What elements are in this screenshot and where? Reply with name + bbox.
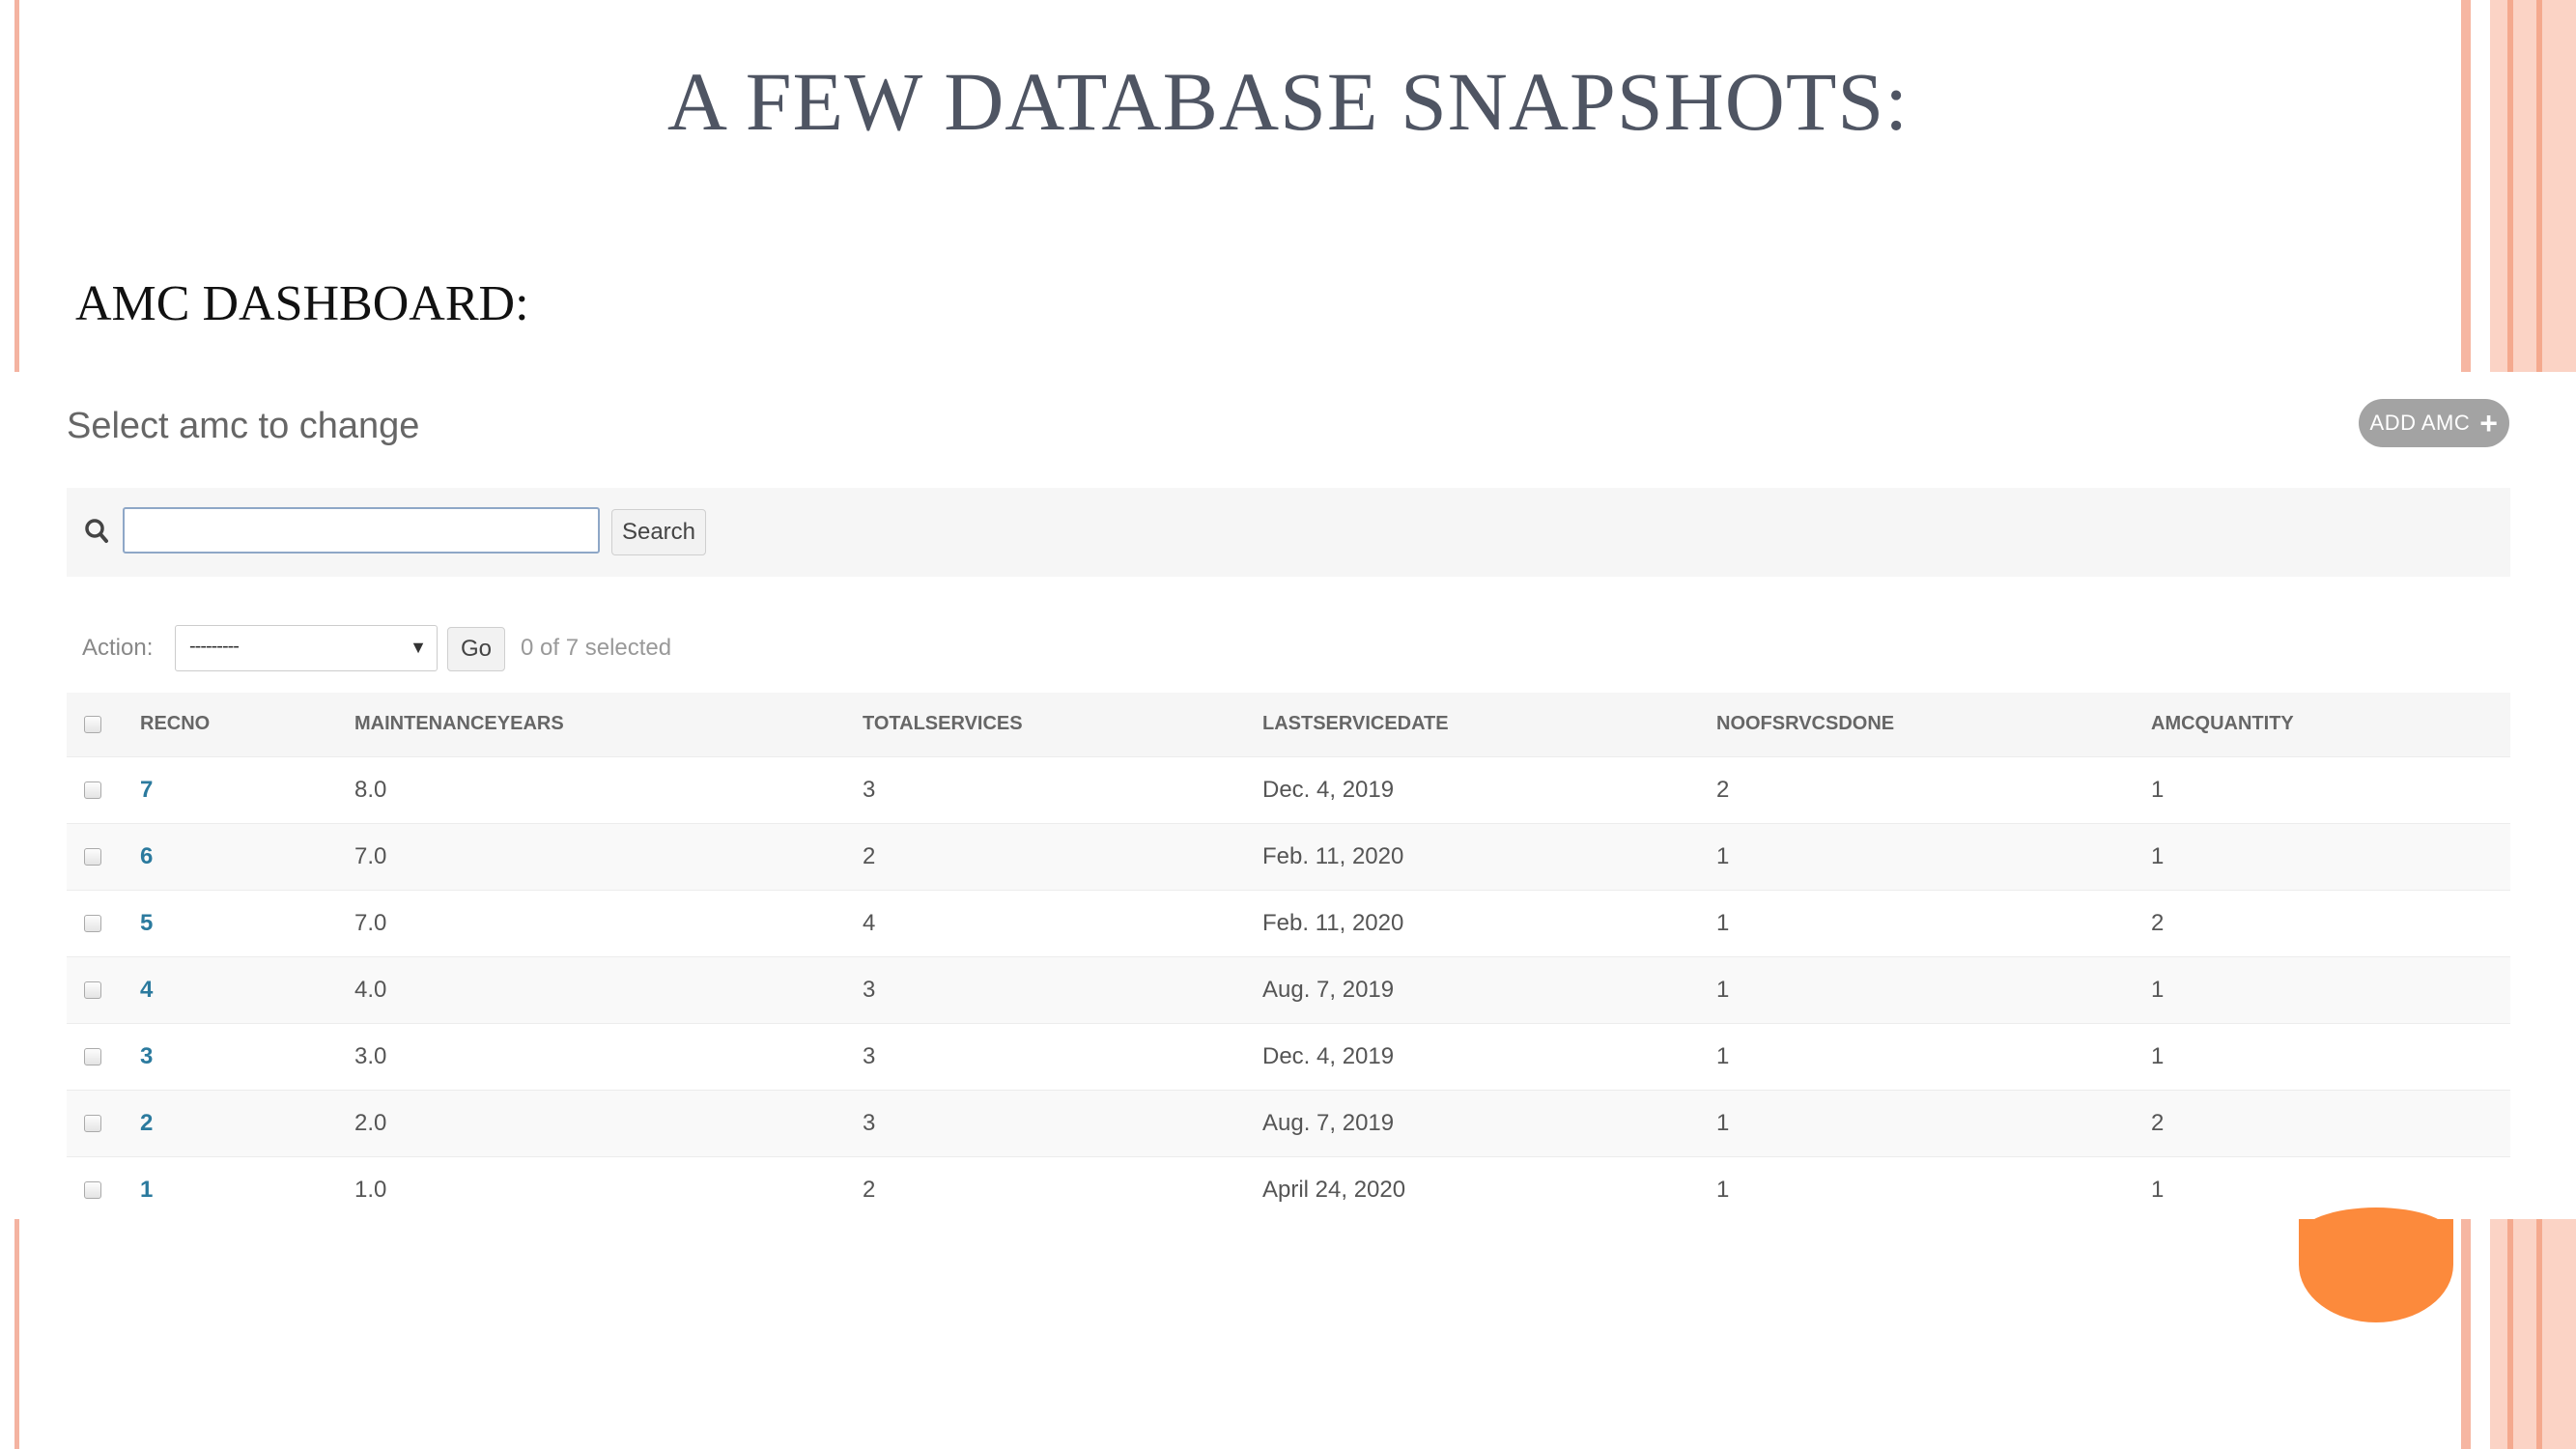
row-checkbox[interactable] [84,1048,101,1066]
cell-noofsrvcsdone: 1 [1716,1155,2151,1223]
cell-maintenanceyears: 3.0 [354,1022,863,1090]
cell-amcquantity: 1 [2151,822,2510,890]
row-checkbox[interactable] [84,981,101,1000]
row-checkbox[interactable] [84,915,101,933]
column-header-recno[interactable]: RECNO [140,693,354,756]
left-border-stripe-lower [14,1219,19,1449]
slide-title: A FEW DATABASE SNAPSHOTS: [666,55,1910,148]
cell-lastservicedate: Feb. 11, 2020 [1262,822,1716,890]
cell-maintenanceyears: 8.0 [354,755,863,823]
go-button[interactable]: Go [447,627,505,671]
action-select-value: --------- [189,636,240,657]
cell-totalservices: 4 [863,889,1262,956]
recno-link[interactable]: 6 [140,843,153,869]
recno-link[interactable]: 1 [140,1177,153,1203]
search-bar: Search [67,488,2510,577]
cell-amcquantity: 2 [2151,1089,2510,1156]
cell-totalservices: 3 [863,955,1262,1023]
plus-icon: + [2479,406,2499,440]
add-amc-button[interactable]: ADD AMC + [2359,399,2509,447]
cell-lastservicedate: Aug. 7, 2019 [1262,955,1716,1023]
cell-totalservices: 3 [863,1022,1262,1090]
table-row: 3 3.0 3 Dec. 4, 2019 1 1 [67,1022,2510,1090]
action-select[interactable]: --------- ▼ [175,625,438,671]
cell-totalservices: 3 [863,1089,1262,1156]
selected-count: 0 of 7 selected [521,635,672,661]
column-header-lastservicedate[interactable]: LASTSERVICEDATE [1262,693,1716,756]
table-row: 4 4.0 3 Aug. 7, 2019 1 1 [67,955,2510,1023]
cell-noofsrvcsdone: 1 [1716,889,2151,956]
recno-link[interactable]: 2 [140,1110,153,1136]
row-checkbox[interactable] [84,848,101,867]
cell-maintenanceyears: 1.0 [354,1155,863,1223]
cell-lastservicedate: Aug. 7, 2019 [1262,1089,1716,1156]
table-row: 2 2.0 3 Aug. 7, 2019 1 2 [67,1089,2510,1156]
table-header-row: RECNO MAINTENANCEYEARS TOTALSERVICES LAS… [67,693,2510,756]
admin-screenshot: Select amc to change ADD AMC + Search Ac… [23,372,2576,1223]
recno-link[interactable]: 5 [140,910,153,936]
select-all-checkbox[interactable] [84,715,101,733]
cell-maintenanceyears: 7.0 [354,822,863,890]
cell-lastservicedate: April 24, 2020 [1262,1155,1716,1223]
search-input[interactable] [123,507,600,554]
table-row: 1 1.0 2 April 24, 2020 1 1 [67,1155,2510,1223]
recno-link[interactable]: 7 [140,777,153,803]
row-checkbox[interactable] [84,1181,101,1200]
cell-lastservicedate: Feb. 11, 2020 [1262,889,1716,956]
search-icon [85,519,108,543]
right-border-band-lower [2490,1219,2576,1449]
page-heading: Select amc to change [67,406,420,446]
action-label: Action: [82,635,154,661]
cell-noofsrvcsdone: 1 [1716,1022,2151,1090]
cell-amcquantity: 1 [2151,755,2510,823]
cell-amcquantity: 1 [2151,1022,2510,1090]
section-label: AMC DASHBOARD: [75,276,529,331]
actions-bar: Action: --------- ▼ Go 0 of 7 selected [67,625,839,673]
column-header-totalservices[interactable]: TOTALSERVICES [863,693,1262,756]
table-row: 5 7.0 4 Feb. 11, 2020 1 2 [67,889,2510,956]
cell-noofsrvcsdone: 2 [1716,755,2151,823]
caret-down-icon: ▼ [410,638,427,657]
orange-decorative-shape [2299,1208,2453,1322]
cell-maintenanceyears: 2.0 [354,1089,863,1156]
recno-link[interactable]: 3 [140,1043,153,1069]
cell-maintenanceyears: 4.0 [354,955,863,1023]
cell-totalservices: 2 [863,1155,1262,1223]
cell-noofsrvcsdone: 1 [1716,955,2151,1023]
cell-lastservicedate: Dec. 4, 2019 [1262,1022,1716,1090]
table-row: 6 7.0 2 Feb. 11, 2020 1 1 [67,822,2510,890]
search-button[interactable]: Search [611,509,706,555]
cell-noofsrvcsdone: 1 [1716,822,2151,890]
cell-amcquantity: 1 [2151,955,2510,1023]
table-row: 7 8.0 3 Dec. 4, 2019 2 1 [67,755,2510,823]
column-header-maintenanceyears[interactable]: MAINTENANCEYEARS [354,693,863,756]
cell-lastservicedate: Dec. 4, 2019 [1262,755,1716,823]
add-amc-label: ADD AMC [2369,411,2471,435]
row-checkbox[interactable] [84,1115,101,1133]
recno-link[interactable]: 4 [140,977,153,1003]
cell-maintenanceyears: 7.0 [354,889,863,956]
cell-noofsrvcsdone: 1 [1716,1089,2151,1156]
results-table: RECNO MAINTENANCEYEARS TOTALSERVICES LAS… [67,693,2510,1223]
cell-amcquantity: 2 [2151,889,2510,956]
column-header-noofsrvcsdone[interactable]: NOOFSRVCSDONE [1716,693,2151,756]
cell-totalservices: 2 [863,822,1262,890]
right-border-stripe-lower [2461,1219,2471,1449]
column-header-amcquantity[interactable]: AMCQUANTITY [2151,693,2510,756]
row-checkbox[interactable] [84,781,101,800]
cell-totalservices: 3 [863,755,1262,823]
